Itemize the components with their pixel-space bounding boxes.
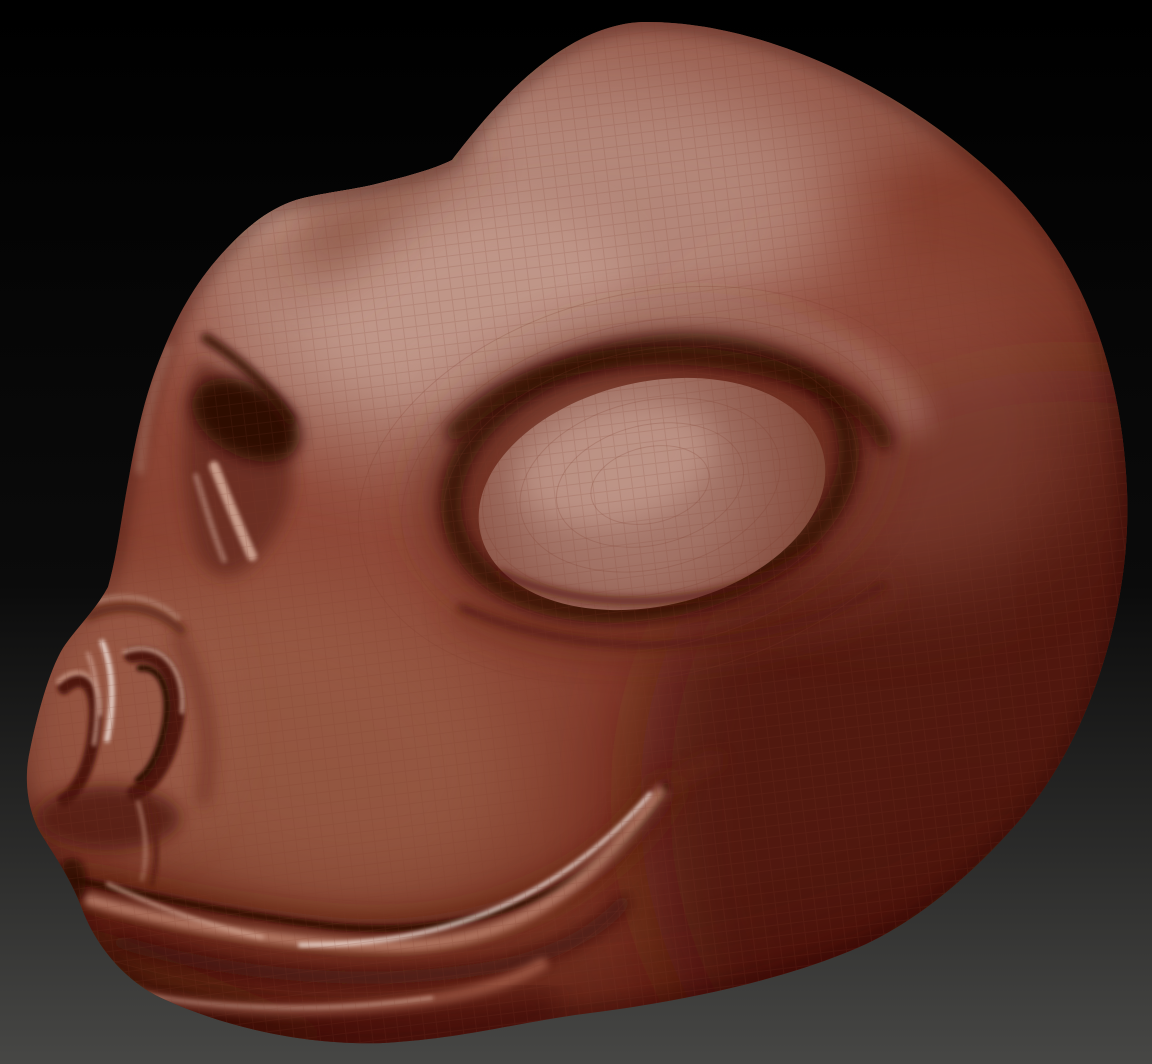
sculpt-viewport[interactable] [0, 0, 1152, 1064]
sculpt-canvas [0, 0, 1152, 1064]
